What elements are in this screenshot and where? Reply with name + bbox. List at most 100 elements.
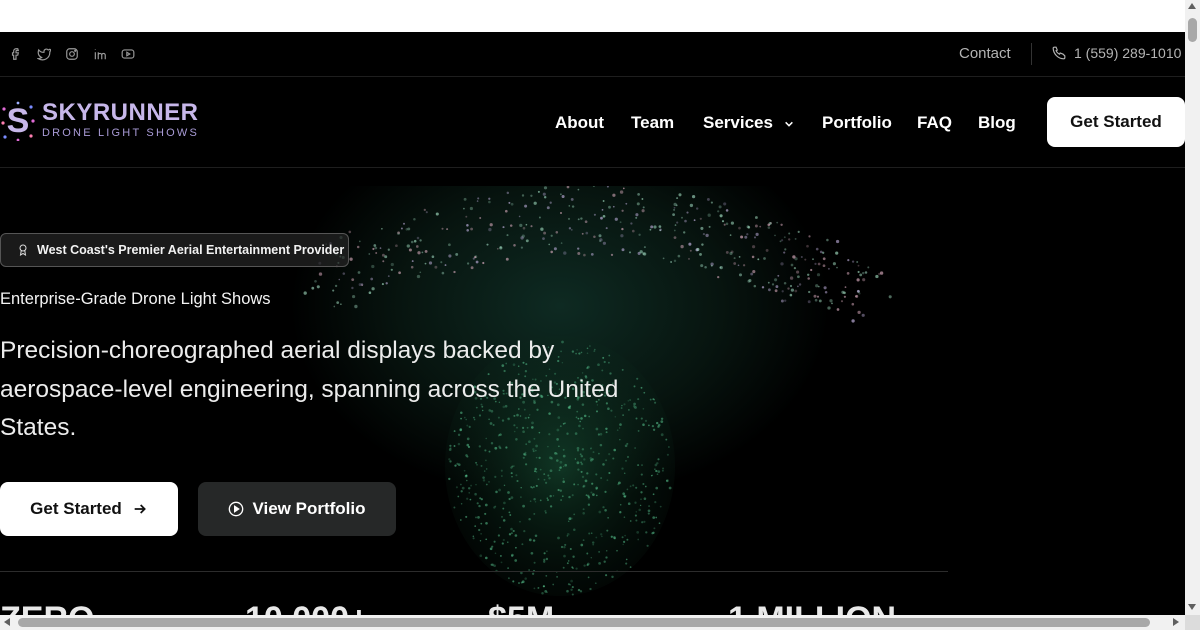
drone-light-dot [639, 504, 642, 507]
drone-light-dot [840, 300, 844, 303]
nav-get-started-button[interactable]: Get Started [1047, 97, 1185, 147]
drone-light-dot [797, 285, 799, 288]
drone-light-dot [613, 537, 616, 540]
vertical-scroll-thumb[interactable] [1188, 18, 1197, 42]
linkedin-icon[interactable] [92, 46, 108, 62]
drone-light-dot [605, 574, 608, 577]
brand-logo[interactable]: S SKYRUNNER DRONE LIGHT SHOWS [0, 97, 200, 145]
drone-light-dot [746, 225, 750, 229]
drone-light-dot [590, 556, 593, 559]
drone-light-dot [654, 468, 656, 470]
nav-item-about[interactable]: About [555, 113, 604, 133]
drone-light-dot [489, 223, 493, 227]
scroll-up-arrow-icon[interactable] [1188, 3, 1196, 9]
horizontal-scroll-thumb[interactable] [18, 618, 1150, 627]
drone-light-dot [403, 222, 405, 225]
vertical-scrollbar[interactable] [1185, 0, 1200, 630]
drone-light-dot [568, 205, 571, 207]
nav-item-portfolio[interactable]: Portfolio [822, 113, 892, 133]
drone-light-dot [314, 279, 317, 283]
hero-view-portfolio-button[interactable]: View Portfolio [198, 482, 396, 536]
drone-light-dot [574, 458, 577, 460]
drone-light-dot [577, 588, 581, 592]
nav-item-team[interactable]: Team [631, 113, 674, 133]
drone-light-dot [510, 202, 514, 206]
scroll-right-arrow-icon[interactable] [1173, 618, 1179, 626]
drone-light-dot [567, 520, 570, 522]
drone-light-dot [616, 549, 618, 552]
hero-get-started-button[interactable]: Get Started [0, 482, 178, 536]
drone-light-dot [856, 289, 860, 293]
drone-light-dot [580, 470, 583, 473]
phone-link[interactable]: 1 (559) 289-1010 [1052, 45, 1181, 61]
nav-item-blog[interactable]: Blog [978, 113, 1016, 133]
drone-light-dot [737, 264, 740, 267]
drone-light-dot [629, 520, 632, 522]
svg-text:S: S [7, 102, 30, 140]
drone-light-dot [570, 517, 573, 520]
top-utility-bar: Contact 1 (559) 289-1010 [0, 32, 1185, 77]
drone-light-dot [546, 591, 548, 593]
twitter-icon[interactable] [36, 46, 52, 62]
drone-light-dot [888, 295, 892, 299]
drone-light-dot [502, 538, 505, 542]
drone-light-dot [775, 285, 779, 289]
drone-light-dot [546, 497, 549, 499]
drone-light-dot [562, 480, 565, 483]
drone-light-dot [846, 272, 850, 275]
youtube-icon[interactable] [120, 46, 136, 62]
drone-light-dot [747, 279, 751, 283]
drone-light-dot [503, 484, 506, 487]
drone-light-dot [606, 186, 609, 188]
drone-light-dot [623, 516, 626, 518]
drone-light-dot [466, 262, 470, 265]
drone-light-dot [535, 456, 538, 459]
drone-light-dot [604, 509, 607, 512]
drone-light-dot [372, 247, 375, 251]
drone-light-dot [807, 300, 811, 304]
drone-light-dot [349, 257, 353, 261]
drone-light-dot [354, 304, 358, 309]
horizontal-scrollbar[interactable] [0, 615, 1185, 630]
drone-light-dot [759, 225, 762, 228]
drone-light-dot [629, 485, 632, 488]
drone-light-dot [637, 464, 640, 467]
scroll-left-arrow-icon[interactable] [4, 618, 10, 626]
drone-light-dot [706, 197, 710, 201]
drone-light-dot [817, 262, 821, 266]
drone-light-dot [502, 507, 505, 510]
drone-light-dot [530, 225, 533, 228]
drone-light-dot [552, 583, 555, 586]
drone-light-dot [448, 254, 452, 258]
drone-light-dot [787, 287, 790, 290]
drone-light-dot [702, 233, 705, 236]
drone-light-dot [680, 244, 684, 249]
drone-light-dot [467, 487, 471, 490]
scroll-down-arrow-icon[interactable] [1188, 604, 1196, 610]
drone-light-dot [662, 257, 665, 260]
drone-light-dot [416, 274, 421, 279]
drone-light-dot [538, 216, 541, 219]
contact-link[interactable]: Contact [959, 45, 1011, 62]
drone-light-dot [562, 448, 565, 451]
drone-light-dot [754, 224, 758, 228]
drone-light-dot [621, 248, 625, 252]
drone-light-dot [448, 458, 451, 461]
drone-light-dot [635, 511, 638, 513]
instagram-icon[interactable] [64, 46, 80, 62]
drone-light-dot [338, 278, 341, 281]
drone-light-dot [448, 448, 452, 451]
drone-light-dot [580, 462, 584, 466]
drone-light-dot [415, 245, 419, 248]
drone-light-dot [370, 277, 374, 281]
nav-item-services[interactable]: Services [703, 113, 794, 133]
facebook-icon[interactable] [8, 46, 24, 62]
drone-light-dot [340, 303, 342, 306]
nav-item-faq[interactable]: FAQ [917, 113, 952, 133]
drone-light-dot [753, 236, 757, 239]
drone-light-dot [501, 475, 503, 477]
drone-light-dot [547, 474, 550, 477]
drone-light-dot [625, 562, 628, 565]
drone-light-dot [567, 560, 570, 562]
drone-light-dot [625, 558, 628, 561]
